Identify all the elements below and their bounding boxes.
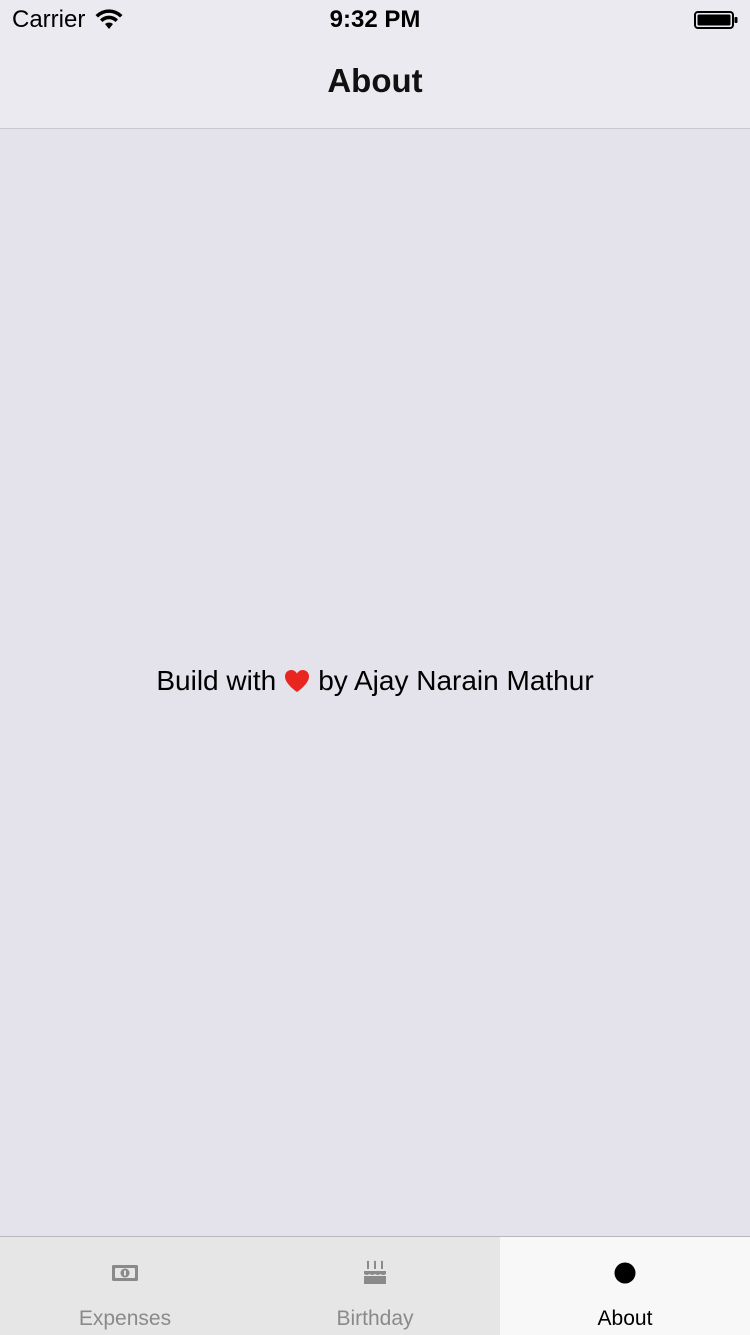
credit-line: Build with by Ajay Narain Mathur [0, 665, 750, 697]
tab-expenses-label: Expenses [78, 1307, 172, 1330]
page-title: About [327, 62, 423, 99]
status-bar: Carrier 9:32 PM [0, 0, 750, 40]
tab-about-label: About [597, 1307, 653, 1330]
dot-icon [611, 1259, 639, 1287]
about-content: Build with by Ajay Narain Mathur [0, 129, 750, 1236]
status-time: 9:32 PM [329, 6, 421, 33]
cake-icon [361, 1259, 389, 1287]
tab-about[interactable]: About [500, 1237, 750, 1335]
tab-birthday[interactable]: Birthday [250, 1237, 500, 1335]
heart-icon [285, 670, 310, 692]
credit-suffix: by Ajay Narain Mathur [318, 665, 594, 696]
credit-prefix: Build with [156, 665, 277, 696]
battery-icon [694, 11, 738, 29]
money-icon [111, 1259, 139, 1287]
tab-expenses[interactable]: Expenses [0, 1237, 250, 1335]
navigation-bar: About [0, 40, 750, 129]
tab-bar: Expenses Birthday About [0, 1236, 750, 1335]
tab-birthday-label: Birthday [336, 1307, 414, 1330]
